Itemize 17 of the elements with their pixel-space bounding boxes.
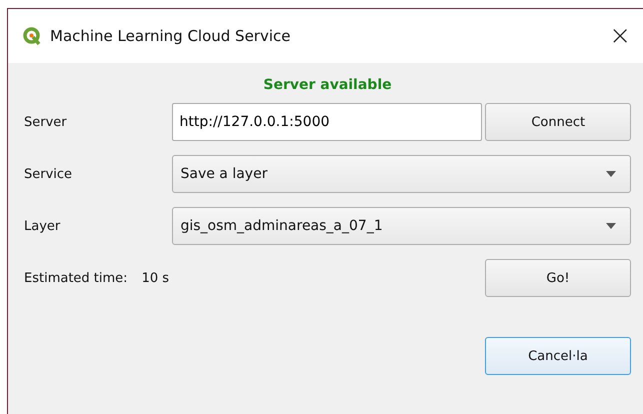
dropdown[interactable]: gis_osm_adminareas_a_07_1 <box>172 207 631 245</box>
cancel-button[interactable]: Cancel·la <box>485 337 631 375</box>
connect-button[interactable]: Connect <box>485 103 631 141</box>
caret-icon <box>606 223 616 229</box>
window-title: Machine Learning Cloud Service <box>50 27 292 45</box>
dropdown[interactable]: Save a layer <box>172 155 631 193</box>
estimate-label: Estimated time: <box>24 270 128 286</box>
server-field[interactable]: http://127.0.0.1:5000 <box>172 103 482 141</box>
caret-icon <box>606 171 616 177</box>
estimate-value: 10 s <box>142 270 170 286</box>
field-label: Server <box>24 114 68 130</box>
logo-icon <box>22 26 42 46</box>
field-label: Service <box>24 166 74 182</box>
field-label: Layer <box>24 218 62 234</box>
go-button[interactable]: Go! <box>485 259 631 297</box>
close-button[interactable]: × <box>609 21 631 51</box>
status-text: Server available <box>262 76 393 95</box>
